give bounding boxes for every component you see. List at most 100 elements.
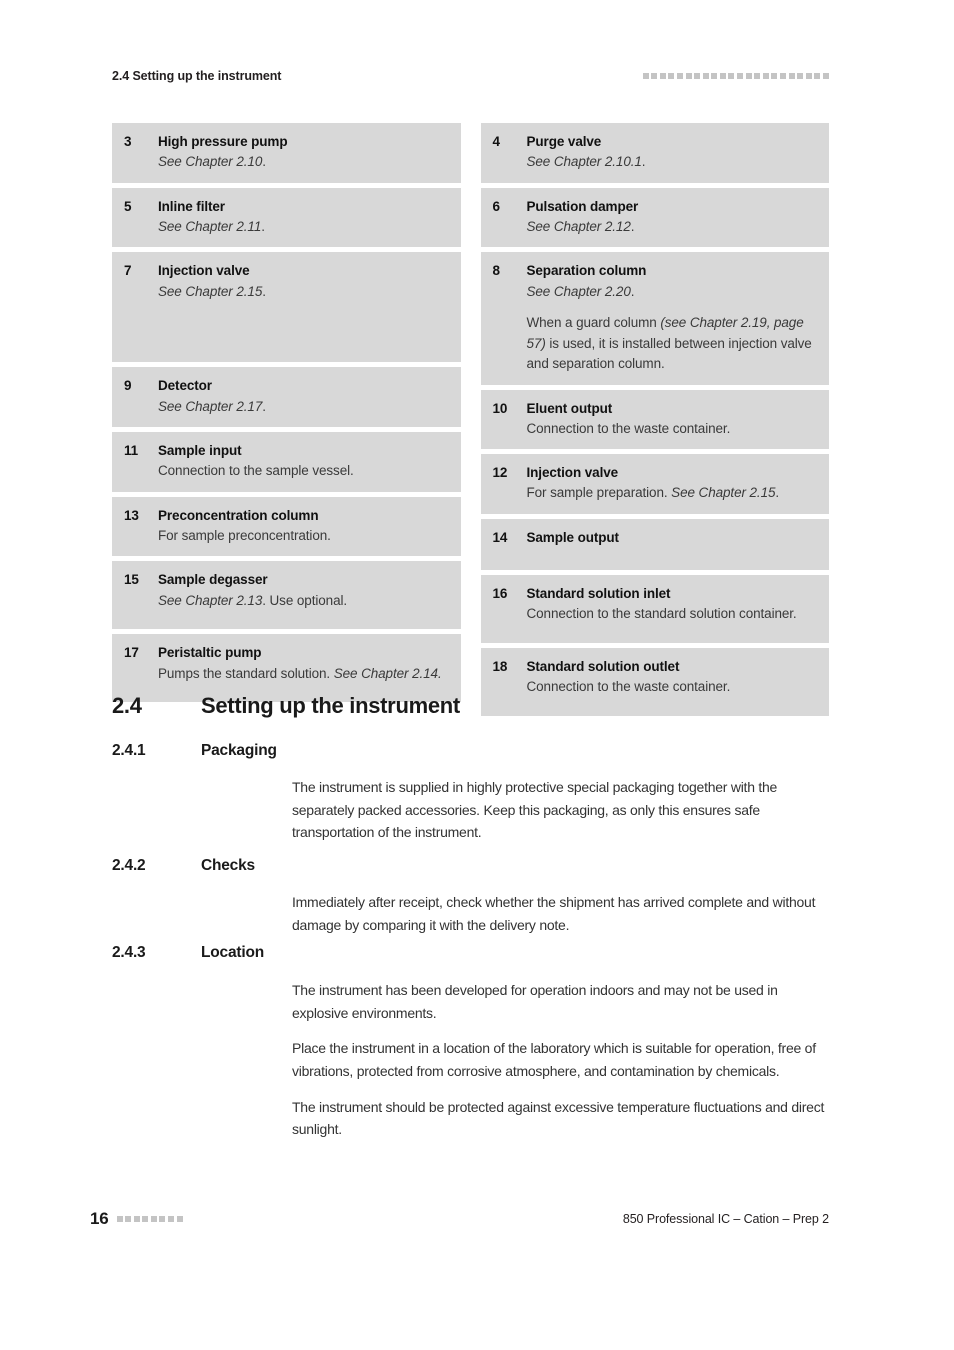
- component-number: 8: [492, 263, 501, 279]
- description-text: Connection to the waste container.: [526, 679, 731, 695]
- square-marker-icon: [728, 73, 735, 79]
- description-text: .: [261, 218, 265, 234]
- component-number: 3: [124, 134, 132, 149]
- component-title: Peristaltic pump: [158, 645, 262, 661]
- component-number: 14: [492, 529, 508, 545]
- subsection-title: Checks: [201, 857, 255, 874]
- component-number: 9: [124, 378, 132, 394]
- component-description: For sample preconcentration.: [158, 526, 451, 547]
- component-title: High pressure pump: [158, 134, 288, 149]
- square-marker-icon: [754, 73, 761, 79]
- page-title: Setting up the instrument: [201, 693, 460, 718]
- square-marker-icon: [702, 73, 709, 79]
- description-text: .: [262, 283, 266, 299]
- component-title: Detector: [158, 378, 212, 394]
- square-marker-icon: [133, 1216, 140, 1222]
- component-number: 17: [124, 645, 139, 661]
- component-title: Injection valve: [158, 263, 250, 279]
- cross-reference-text: See Chapter 2.13: [158, 592, 263, 608]
- cross-reference-text: See Chapter 2.11: [158, 218, 262, 234]
- cross-reference-text: See Chapter 2.15: [158, 283, 263, 299]
- component-text: Preconcentration column For sample precon…: [158, 506, 451, 547]
- cross-reference-text: See Chapter 2.14.: [333, 665, 442, 681]
- component-description: When a guard column (see Chapter 2.19, p…: [527, 313, 820, 375]
- component-legend-row: 5 Inline filter See Chapter 2.11.: [112, 187, 461, 248]
- square-marker-icon: [694, 73, 701, 79]
- square-marker-icon: [642, 73, 649, 79]
- square-marker-icon: [176, 1216, 183, 1222]
- page-number: 16: [90, 1209, 109, 1228]
- square-marker-icon: [737, 73, 744, 79]
- square-marker-icon: [814, 73, 821, 79]
- subsection-2-4-2: 2.4.2 Checks Immediately after receipt, …: [112, 857, 829, 936]
- component-legend-row: 12 Injection valve For sample preparation.…: [480, 454, 829, 514]
- component-text: High pressure pump See Chapter 2.10.: [158, 132, 451, 173]
- footer-left-group: 16: [90, 1209, 183, 1229]
- component-description: See Chapter 2.20.: [527, 282, 820, 303]
- component-description: Connection to the waste container.: [527, 419, 820, 440]
- component-legend-row: 6 Pulsation damper See Chapter 2.12.: [480, 187, 829, 248]
- square-marker-icon: [659, 73, 666, 79]
- component-title: Sample degasser: [158, 572, 268, 588]
- description-text: .: [775, 485, 780, 501]
- paragraph: Immediately after receipt, check whether…: [292, 894, 816, 933]
- component-number: 16: [492, 585, 508, 601]
- footer-square-rule-decoration: [116, 1216, 183, 1222]
- header-running-title: 2.4 Setting up the instrument: [112, 69, 282, 83]
- component-description: See Chapter 2.17.: [158, 397, 451, 418]
- component-number: 15: [124, 572, 139, 588]
- square-marker-icon: [168, 1216, 175, 1222]
- component-legend-row: 11 Sample input Connection to the sample v…: [112, 432, 461, 492]
- component-number: 10: [492, 400, 508, 416]
- subsection-body: The instrument is supplied in highly pro…: [292, 776, 829, 844]
- subsection-number: 2.4.1: [112, 742, 146, 759]
- component-description: See Chapter 2.13. Use optional.: [158, 591, 451, 612]
- component-title: Standard solution outlet: [526, 658, 680, 674]
- component-text: Pulsation damper See Chapter 2.12.: [527, 197, 820, 238]
- component-text: Purge valve See Chapter 2.10.1.: [527, 132, 820, 173]
- cross-reference-text: See Chapter 2.10.1: [526, 154, 642, 170]
- square-marker-icon: [685, 73, 692, 79]
- section-heading-row: 2.4 Setting up the instrument: [112, 693, 829, 719]
- component-number: 4: [492, 134, 501, 149]
- paragraph: The instrument should be protected again…: [292, 1098, 825, 1138]
- subsection-number: 2.4.2: [112, 857, 146, 874]
- component-text: Separation column See Chapter 2.20. When a…: [527, 261, 820, 374]
- component-number: 11: [124, 443, 139, 459]
- header-square-rule-decoration: [642, 73, 829, 79]
- component-description: For sample preparation. See Chapter 2.15…: [527, 483, 820, 504]
- component-number: 12: [492, 465, 508, 481]
- description-text: .: [262, 154, 266, 170]
- square-marker-icon: [159, 1216, 166, 1222]
- cross-reference-text: See Chapter 2.12: [526, 218, 631, 234]
- component-legend-row: 9 Detector See Chapter 2.17.: [112, 367, 461, 428]
- component-description: See Chapter 2.15.: [158, 282, 451, 303]
- subsection-number: 2.4.3: [112, 944, 146, 961]
- component-text: Sample degasser See Chapter 2.13. Use opt…: [158, 570, 451, 611]
- component-text: Sample output: [527, 528, 820, 547]
- component-legend-row: 16 Standard solution inlet Connection to t…: [480, 574, 829, 643]
- square-marker-icon: [150, 1216, 157, 1222]
- component-text: Eluent output Connection to the waste con…: [527, 399, 820, 440]
- component-text: Inline filter See Chapter 2.11.: [158, 197, 451, 238]
- document-page: 2.4 Setting up the instrument 3 High pres…: [0, 0, 954, 1350]
- description-text: .: [630, 218, 635, 234]
- subsection-body: The instrument has been developed for op…: [292, 979, 829, 1141]
- component-legend-row: 3 High pressure pump See Chapter 2.10.: [112, 123, 461, 183]
- component-title: Sample output: [526, 529, 620, 545]
- component-title: Purge valve: [526, 134, 602, 149]
- square-marker-icon: [668, 73, 675, 79]
- component-legend-row: 4 Purge valve See Chapter 2.10.1.: [480, 123, 829, 183]
- description-text: .: [641, 154, 646, 170]
- subsection-heading-row: 2.4.1 Packaging: [112, 742, 829, 760]
- component-description: See Chapter 2.10.1.: [527, 152, 820, 173]
- paragraph: Place the instrument in a location of th…: [292, 1040, 816, 1080]
- component-text: Sample input Connection to the sample ves…: [158, 441, 451, 482]
- section-number: 2.4: [112, 693, 142, 718]
- component-number: 5: [124, 198, 132, 214]
- component-title: Standard solution inlet: [526, 585, 671, 601]
- component-text: Standard solution inlet Connection to the…: [527, 584, 820, 625]
- description-text: When a guard column: [526, 315, 661, 331]
- cross-reference-text: See Chapter 2.20: [526, 283, 631, 299]
- component-text: Standard solution outlet Connection to th…: [527, 657, 820, 698]
